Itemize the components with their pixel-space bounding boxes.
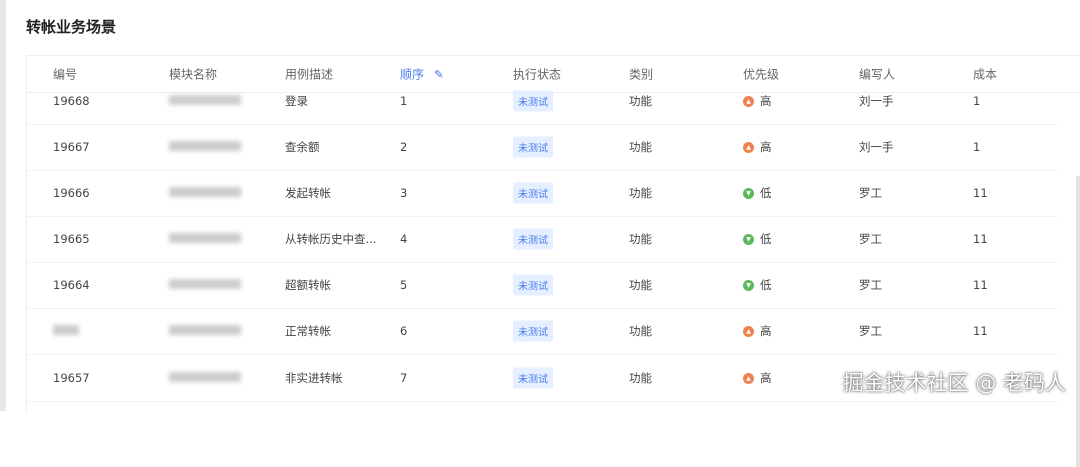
status-badge: 未测试 bbox=[513, 367, 553, 389]
table-row[interactable]: 19665 从转帐历史中查... 4 未测试 功能 ▼ 低 罗工 11 bbox=[27, 216, 1057, 263]
case-table: 编号 模块名称 用例描述 顺序 ✎ 执行状态 类别 优先级 编写人 成本 196… bbox=[26, 55, 1080, 467]
case-desc: 登录 bbox=[285, 94, 308, 108]
status-badge: 未测试 bbox=[513, 228, 553, 250]
case-order: 6 bbox=[400, 324, 408, 338]
left-edge bbox=[0, 0, 6, 411]
status-badge: 未测试 bbox=[513, 136, 553, 158]
table-row[interactable]: 19666 发起转帐 3 未测试 功能 ▼ 低 罗工 11 bbox=[27, 170, 1057, 217]
priority-label: 低 bbox=[760, 186, 772, 200]
priority-label: 低 bbox=[760, 278, 772, 292]
author: 刘一手 bbox=[859, 140, 894, 154]
priority: ▲ 高 bbox=[743, 323, 772, 339]
scrollbar[interactable] bbox=[1076, 176, 1080, 467]
priority-up-icon: ▲ bbox=[743, 95, 754, 107]
case-desc: 正常转帐 bbox=[285, 324, 331, 338]
cost: 11 bbox=[973, 278, 988, 292]
case-order: 7 bbox=[400, 371, 408, 385]
case-type: 功能 bbox=[629, 186, 652, 200]
module-name-blurred bbox=[169, 94, 241, 108]
status-badge: 未测试 bbox=[513, 320, 553, 342]
case-id: 19666 bbox=[53, 186, 90, 200]
priority-down-icon: ▼ bbox=[743, 279, 754, 291]
cost: 11 bbox=[973, 232, 988, 246]
case-id: 19667 bbox=[53, 140, 90, 154]
case-order: 2 bbox=[400, 140, 408, 154]
author: 刘一手 bbox=[859, 94, 894, 108]
priority-up-icon: ▲ bbox=[743, 325, 754, 337]
priority-down-icon: ▼ bbox=[743, 233, 754, 245]
case-order: 5 bbox=[400, 278, 408, 292]
module-name-blurred bbox=[169, 186, 241, 200]
module-name-blurred bbox=[169, 324, 241, 338]
table-row[interactable]: 19667 查余额 2 未测试 功能 ▲ 高 刘一手 1 bbox=[27, 124, 1057, 171]
priority: ▲ 高 bbox=[743, 139, 772, 155]
priority-up-icon: ▲ bbox=[743, 141, 754, 153]
priority-label: 高 bbox=[760, 140, 772, 154]
author: 罗工 bbox=[859, 324, 882, 338]
priority-up-icon: ▲ bbox=[743, 372, 754, 384]
case-id bbox=[53, 324, 79, 338]
priority-label: 高 bbox=[760, 371, 772, 385]
module-name-blurred bbox=[169, 371, 241, 385]
table-row[interactable]: 19664 超额转帐 5 未测试 功能 ▼ 低 罗工 11 bbox=[27, 262, 1057, 309]
case-type: 功能 bbox=[629, 140, 652, 154]
case-id: 19668 bbox=[53, 94, 90, 108]
case-order: 1 bbox=[400, 94, 408, 108]
cost: 1 bbox=[973, 94, 981, 108]
case-order: 4 bbox=[400, 232, 408, 246]
author: 罗工 bbox=[859, 278, 882, 292]
case-desc: 发起转帐 bbox=[285, 186, 331, 200]
case-id: 19657 bbox=[53, 371, 90, 385]
case-desc: 查余额 bbox=[285, 140, 320, 154]
cost: 11 bbox=[973, 186, 988, 200]
author: 罗工 bbox=[859, 186, 882, 200]
module-name-blurred bbox=[169, 232, 241, 246]
watermark: 掘金技术社区 @ 老码人 bbox=[842, 371, 1066, 395]
status-badge: 未测试 bbox=[513, 274, 553, 296]
case-type: 功能 bbox=[629, 324, 652, 338]
priority: ▼ 低 bbox=[743, 185, 772, 201]
priority: ▲ 高 bbox=[743, 93, 772, 109]
priority-label: 高 bbox=[760, 324, 772, 338]
priority-label: 高 bbox=[760, 94, 772, 108]
page-title: 转帐业务场景 bbox=[26, 18, 117, 36]
case-order: 3 bbox=[400, 186, 408, 200]
status-badge: 未测试 bbox=[513, 182, 553, 204]
case-desc: 非实进转帐 bbox=[285, 371, 343, 385]
case-type: 功能 bbox=[629, 278, 652, 292]
priority: ▲ 高 bbox=[743, 370, 772, 386]
priority: ▼ 低 bbox=[743, 231, 772, 247]
author: 罗工 bbox=[859, 232, 882, 246]
cost: 11 bbox=[973, 324, 988, 338]
case-type: 功能 bbox=[629, 94, 652, 108]
case-desc: 超额转帐 bbox=[285, 278, 331, 292]
case-type: 功能 bbox=[629, 371, 652, 385]
priority-down-icon: ▼ bbox=[743, 187, 754, 199]
module-name-blurred bbox=[169, 278, 241, 292]
status-badge: 未测试 bbox=[513, 90, 553, 112]
priority-label: 低 bbox=[760, 232, 772, 246]
case-id: 19665 bbox=[53, 232, 90, 246]
priority: ▼ 低 bbox=[743, 277, 772, 293]
table-row[interactable]: 正常转帐 6 未测试 功能 ▲ 高 罗工 11 bbox=[27, 308, 1057, 355]
case-type: 功能 bbox=[629, 232, 652, 246]
table-row[interactable]: 19668 登录 1 未测试 功能 ▲ 高 刘一手 1 bbox=[27, 78, 1057, 125]
case-id: 19664 bbox=[53, 278, 90, 292]
case-desc: 从转帐历史中查... bbox=[285, 232, 377, 246]
cost: 1 bbox=[973, 140, 981, 154]
module-name-blurred bbox=[169, 140, 241, 154]
